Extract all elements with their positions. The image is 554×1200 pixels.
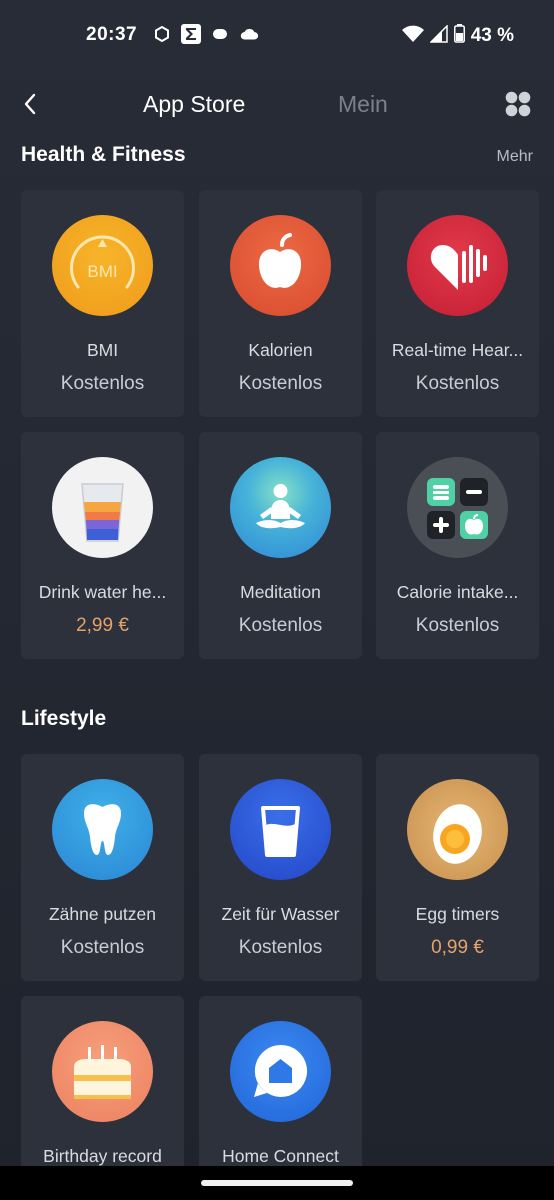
app-name: Zeit für Wasser — [221, 904, 340, 924]
status-bar: 20:37 43 % — [0, 0, 554, 72]
app-card-drink-water[interactable]: Drink water he... 2,99 € — [21, 432, 184, 659]
wifi-icon — [401, 25, 424, 48]
app-price: Kostenlos — [415, 373, 500, 394]
tooth-icon — [52, 779, 153, 880]
tab-app-store[interactable]: App Store — [143, 91, 245, 118]
hexagon-icon — [152, 24, 172, 44]
app-price: Kostenlos — [238, 937, 323, 958]
section-title-lifestyle: Lifestyle — [21, 707, 107, 730]
back-button[interactable] — [14, 88, 46, 120]
notification-app-icon — [210, 24, 230, 44]
app-name: Egg timers — [415, 904, 500, 924]
app-card-zaehne-putzen[interactable]: Zähne putzen Kostenlos — [21, 754, 184, 981]
app-name: Kalorien — [248, 340, 313, 360]
app-name: Birthday record — [43, 1146, 162, 1166]
app-price: Kostenlos — [60, 373, 145, 394]
app-card-zeit-fuer-wasser[interactable]: Zeit für Wasser Kostenlos — [199, 754, 362, 981]
app-price: Kostenlos — [60, 937, 145, 958]
app-price: Kostenlos — [415, 615, 500, 636]
home-indicator[interactable] — [201, 1180, 353, 1186]
sigma-icon — [181, 24, 201, 44]
app-card-bmi[interactable]: BMI BMI Kostenlos — [21, 190, 184, 417]
status-right-icons: 43 % — [401, 23, 514, 48]
app-price: 2,99 € — [76, 615, 129, 636]
app-name: Meditation — [240, 582, 321, 602]
app-name: Zähne putzen — [48, 904, 157, 924]
home-connect-icon — [230, 1021, 331, 1122]
app-name: Calorie intake... — [396, 582, 519, 602]
cloud-icon — [239, 24, 259, 44]
egg-icon — [407, 779, 508, 880]
status-time: 20:37 — [86, 24, 138, 45]
cup-icon — [230, 779, 331, 880]
system-nav-bar — [0, 1166, 554, 1200]
app-name: Drink water he... — [38, 582, 167, 602]
calculator-icon — [407, 457, 508, 558]
app-card-real-time-heart[interactable]: Real-time Hear... Kostenlos — [376, 190, 539, 417]
app-card-kalorien[interactable]: Kalorien Kostenlos — [199, 190, 362, 417]
more-link[interactable]: Mehr — [497, 148, 533, 166]
signal-icon — [428, 23, 448, 48]
app-card-egg-timers[interactable]: Egg timers 0,99 € — [376, 754, 539, 981]
water-glass-icon — [52, 457, 153, 558]
battery-icon — [453, 24, 465, 48]
app-name: Home Connect — [222, 1146, 339, 1166]
app-price: 0,99 € — [431, 937, 484, 958]
apple-icon — [230, 215, 331, 316]
cake-icon — [52, 1021, 153, 1122]
battery-percentage: 43 % — [470, 25, 514, 46]
app-card-calorie-intake[interactable]: Calorie intake... Kostenlos — [376, 432, 539, 659]
grid-icon — [505, 91, 531, 117]
app-price: Kostenlos — [238, 373, 323, 394]
heart-rate-icon — [407, 215, 508, 316]
status-notification-icons — [152, 24, 259, 44]
top-nav: App Store Mein — [0, 80, 554, 130]
app-name: Real-time Hear... — [391, 340, 524, 360]
tab-mein[interactable]: Mein — [338, 91, 388, 118]
svg-text:BMI: BMI — [87, 262, 117, 281]
grid-menu-button[interactable] — [504, 90, 532, 118]
bmi-icon: BMI — [52, 215, 153, 316]
chevron-left-icon — [24, 93, 36, 115]
app-card-meditation[interactable]: Meditation Kostenlos — [199, 432, 362, 659]
meditation-icon — [230, 457, 331, 558]
app-name: BMI — [86, 340, 119, 360]
section-title-health-fitness: Health & Fitness — [21, 143, 186, 166]
app-price: Kostenlos — [238, 615, 323, 636]
